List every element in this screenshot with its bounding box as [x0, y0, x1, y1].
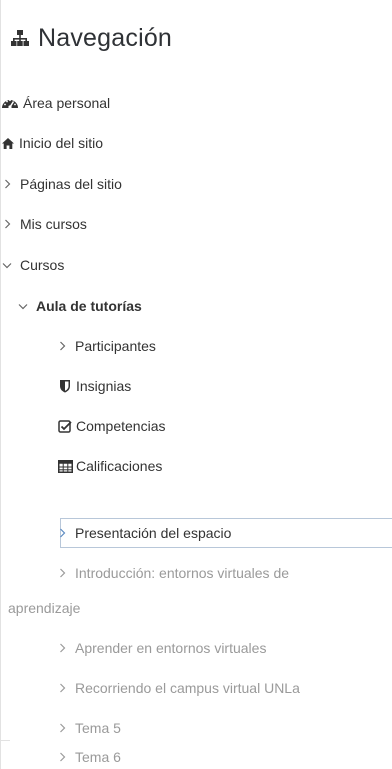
nav-item-presentacion-del-espacio[interactable]: Presentación del espacio	[55, 521, 231, 545]
nav-item-label: Aprender en entornos virtuales	[75, 640, 267, 656]
chevron-right-icon	[0, 219, 14, 229]
chevron-right-icon	[55, 568, 69, 578]
nav-item-tema-5[interactable]: Tema 5	[55, 716, 121, 740]
nav-item-aprender-en-entornos-virtuales[interactable]: Aprender en entornos virtuales	[55, 636, 266, 660]
nav-item-participantes[interactable]: Participantes	[55, 334, 156, 358]
nav-item-recorriendo-el-campus[interactable]: Recorriendo el campus virtual UNLa	[55, 676, 300, 700]
nav-item-inicio-del-sitio[interactable]: Inicio del sitio	[0, 131, 103, 155]
chevron-right-icon	[55, 341, 69, 351]
nav-item-label: Tema 5	[75, 720, 121, 736]
nav-item-label: Participantes	[75, 338, 156, 354]
nav-item-label: Recorriendo el campus virtual UNLa	[75, 680, 300, 696]
nav-item-tema-6[interactable]: Tema 6	[55, 745, 121, 769]
checkbox-icon	[57, 418, 73, 434]
nav-item-label: Páginas del sitio	[20, 176, 122, 192]
chevron-down-icon	[16, 303, 30, 310]
chevron-right-icon	[55, 528, 69, 538]
chevron-right-icon	[55, 643, 69, 653]
nav-item-mis-cursos[interactable]: Mis cursos	[0, 212, 87, 236]
nav-item-label: Insignias	[76, 378, 132, 394]
panel-left-border	[0, 0, 1, 769]
nav-item-aula-de-tutorias[interactable]: Aula de tutorías	[16, 294, 142, 318]
nav-item-label: Cursos	[20, 257, 65, 273]
nav-item-calificaciones[interactable]: Calificaciones	[57, 454, 162, 478]
nav-item-introduccion-continued[interactable]: aprendizaje	[8, 596, 80, 620]
nav-item-label: aprendizaje	[8, 600, 81, 616]
chevron-right-icon	[55, 723, 69, 733]
nav-item-label: Competencias	[76, 418, 166, 434]
navigation-heading: Navegación	[10, 18, 172, 58]
nav-item-label: Introducción: entornos virtuales de	[75, 565, 290, 581]
nav-item-paginas-del-sitio[interactable]: Páginas del sitio	[0, 172, 122, 196]
chevron-down-icon	[0, 262, 14, 269]
navigation-title: Navegación	[38, 23, 173, 52]
chevron-right-icon	[55, 752, 69, 762]
home-icon	[0, 135, 16, 151]
nav-item-introduccion[interactable]: Introducción: entornos virtuales de	[55, 561, 289, 585]
nav-item-competencias[interactable]: Competencias	[57, 414, 166, 438]
nav-item-label: Inicio del sitio	[19, 135, 104, 151]
nav-item-label: Área personal	[23, 95, 111, 111]
nav-item-label: Presentación del espacio	[75, 525, 232, 541]
nav-item-area-personal[interactable]: Área personal	[0, 91, 110, 115]
nav-item-label: Calificaciones	[76, 458, 163, 474]
nav-item-label: Mis cursos	[20, 216, 87, 232]
nav-item-insignias[interactable]: Insignias	[57, 374, 131, 398]
shield-icon	[57, 378, 73, 394]
chevron-right-icon	[0, 179, 14, 189]
nav-item-cursos[interactable]: Cursos	[0, 253, 64, 277]
table-icon	[57, 458, 73, 474]
dashboard-icon	[0, 95, 20, 111]
panel-bottom-border	[0, 740, 10, 741]
sitemap-icon	[10, 28, 30, 48]
nav-item-label: Tema 6	[75, 749, 121, 765]
chevron-right-icon	[55, 683, 69, 693]
nav-item-label: Aula de tutorías	[36, 298, 142, 314]
